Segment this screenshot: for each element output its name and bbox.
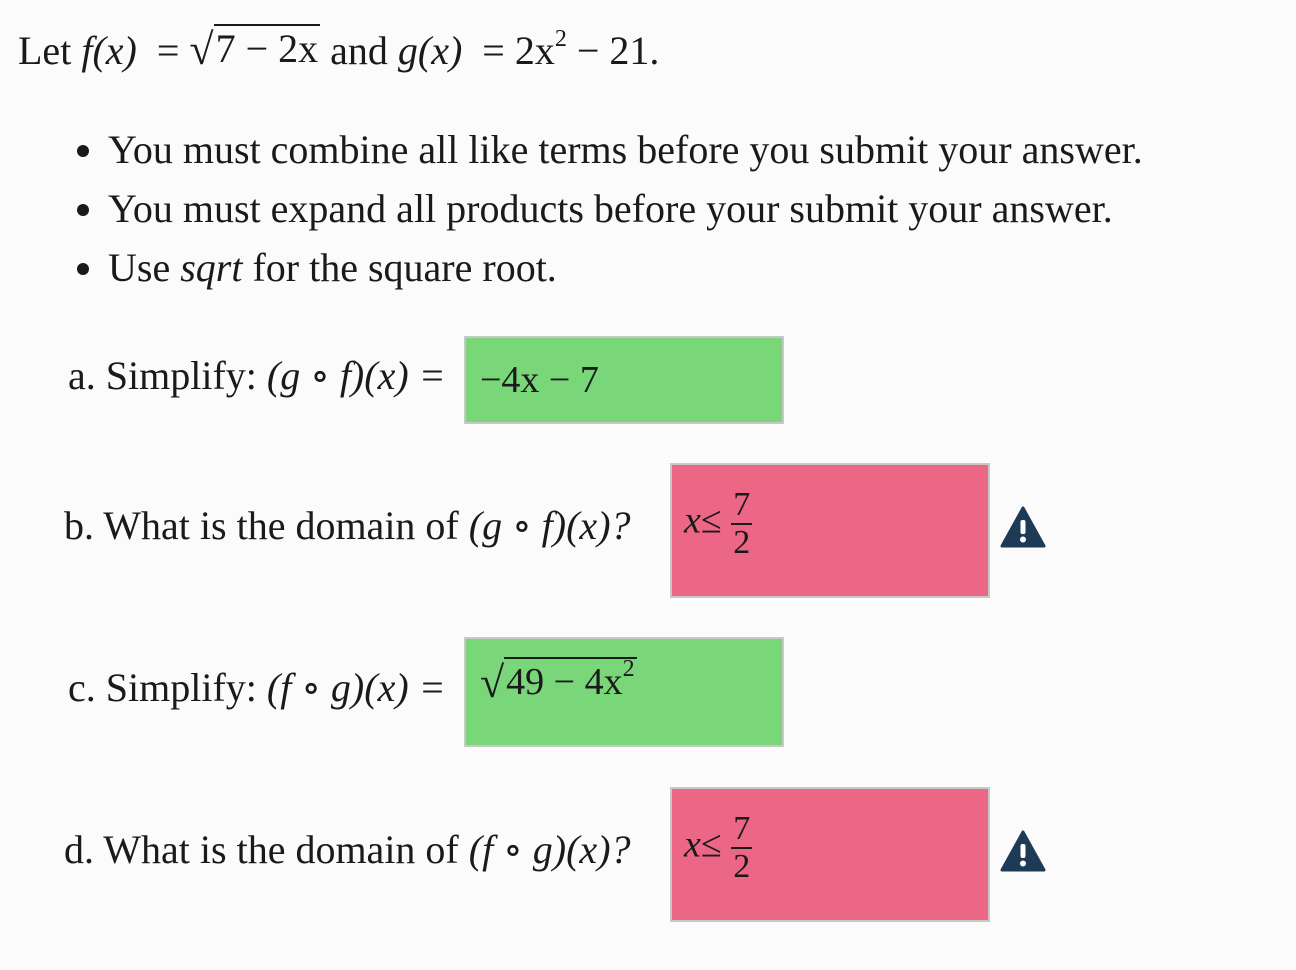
answer-var: x <box>684 499 701 542</box>
g-exponent: 2 <box>554 26 567 52</box>
g-name: g <box>397 28 418 73</box>
answer-radicand-base: 49 − 4x <box>506 661 623 703</box>
g-rest: − 21. <box>566 28 660 73</box>
question-b: b. What is the domain of (g ∘ f)(x)? <box>64 502 631 549</box>
radical-sign: √ <box>189 25 214 74</box>
g-base: 2x <box>514 28 555 73</box>
question-c: c. Simplify: (f ∘ g)(x) = <box>68 664 446 711</box>
rule-text: for the square root. <box>242 245 557 290</box>
answer-b-value: x≤ 72 <box>684 486 753 561</box>
rule-emphasis: sqrt <box>180 245 243 290</box>
question-expression: (g ∘ f)(x) = <box>266 353 446 398</box>
rule-item: Use sqrt for the square root. <box>108 238 1143 297</box>
question-label: c. Simplify: <box>68 665 267 710</box>
answer-d-field[interactable]: x≤ 72 <box>670 787 990 922</box>
question-expression: (f ∘ g)(x)? <box>468 827 631 872</box>
answer-b-field[interactable]: x≤ 72 <box>670 463 990 598</box>
answer-relation: ≤ <box>700 823 722 866</box>
question-d: d. What is the domain of (f ∘ g)(x)? <box>64 826 631 873</box>
answer-c-field[interactable]: √ 49 − 4x2 <box>464 637 784 747</box>
equals-sign-2: = <box>482 28 505 73</box>
warning-icon[interactable] <box>1000 506 1046 548</box>
question-expression: (g ∘ f)(x)? <box>468 503 631 548</box>
answer-c-value: √ 49 − 4x2 <box>480 657 637 707</box>
intro-prefix: Let <box>18 28 72 73</box>
answer-radicand: 49 − 4x2 <box>504 656 637 705</box>
answer-a-field[interactable]: −4x − 7 <box>464 336 784 424</box>
equals-sign: = <box>156 28 180 73</box>
rule-item: You must combine all like terms before y… <box>108 120 1143 179</box>
radical-sign: √ <box>480 658 505 707</box>
fraction-denominator: 2 <box>733 848 751 885</box>
fraction-numerator: 7 <box>731 486 753 525</box>
question-label: a. Simplify: <box>68 353 267 398</box>
question-a: a. Simplify: (g ∘ f)(x) = <box>68 352 446 399</box>
f-name: f <box>81 28 93 73</box>
question-label: d. What is the domain of <box>64 827 469 872</box>
rule-item: You must expand all products before your… <box>108 179 1143 238</box>
f-sqrt: √ 7 − 2x <box>189 24 321 74</box>
question-label: b. What is the domain of <box>64 503 469 548</box>
fraction-denominator: 2 <box>733 524 751 561</box>
fraction: 72 <box>731 486 753 561</box>
g-arg: (x) <box>417 28 463 73</box>
fraction: 72 <box>731 810 753 885</box>
fraction-numerator: 7 <box>731 810 753 849</box>
answer-var: x <box>684 823 701 866</box>
instructions-list: You must combine all like terms before y… <box>60 120 1143 297</box>
answer-sqrt: √ 49 − 4x2 <box>480 657 637 705</box>
f-arg: (x) <box>92 28 137 73</box>
warning-icon[interactable] <box>1000 830 1046 872</box>
answer-exponent: 2 <box>622 656 635 682</box>
rule-text: Use <box>108 245 181 290</box>
problem-statement: Let f(x) = √ 7 − 2x and g(x) = 2x2 − 21. <box>18 24 659 77</box>
f-radicand: 7 − 2x <box>213 24 321 71</box>
answer-relation: ≤ <box>700 499 722 542</box>
answer-a-value: −4x − 7 <box>480 359 599 401</box>
intro-conjunction: and <box>330 28 388 73</box>
question-expression: (f ∘ g)(x) = <box>266 665 446 710</box>
answer-d-value: x≤ 72 <box>684 810 753 885</box>
